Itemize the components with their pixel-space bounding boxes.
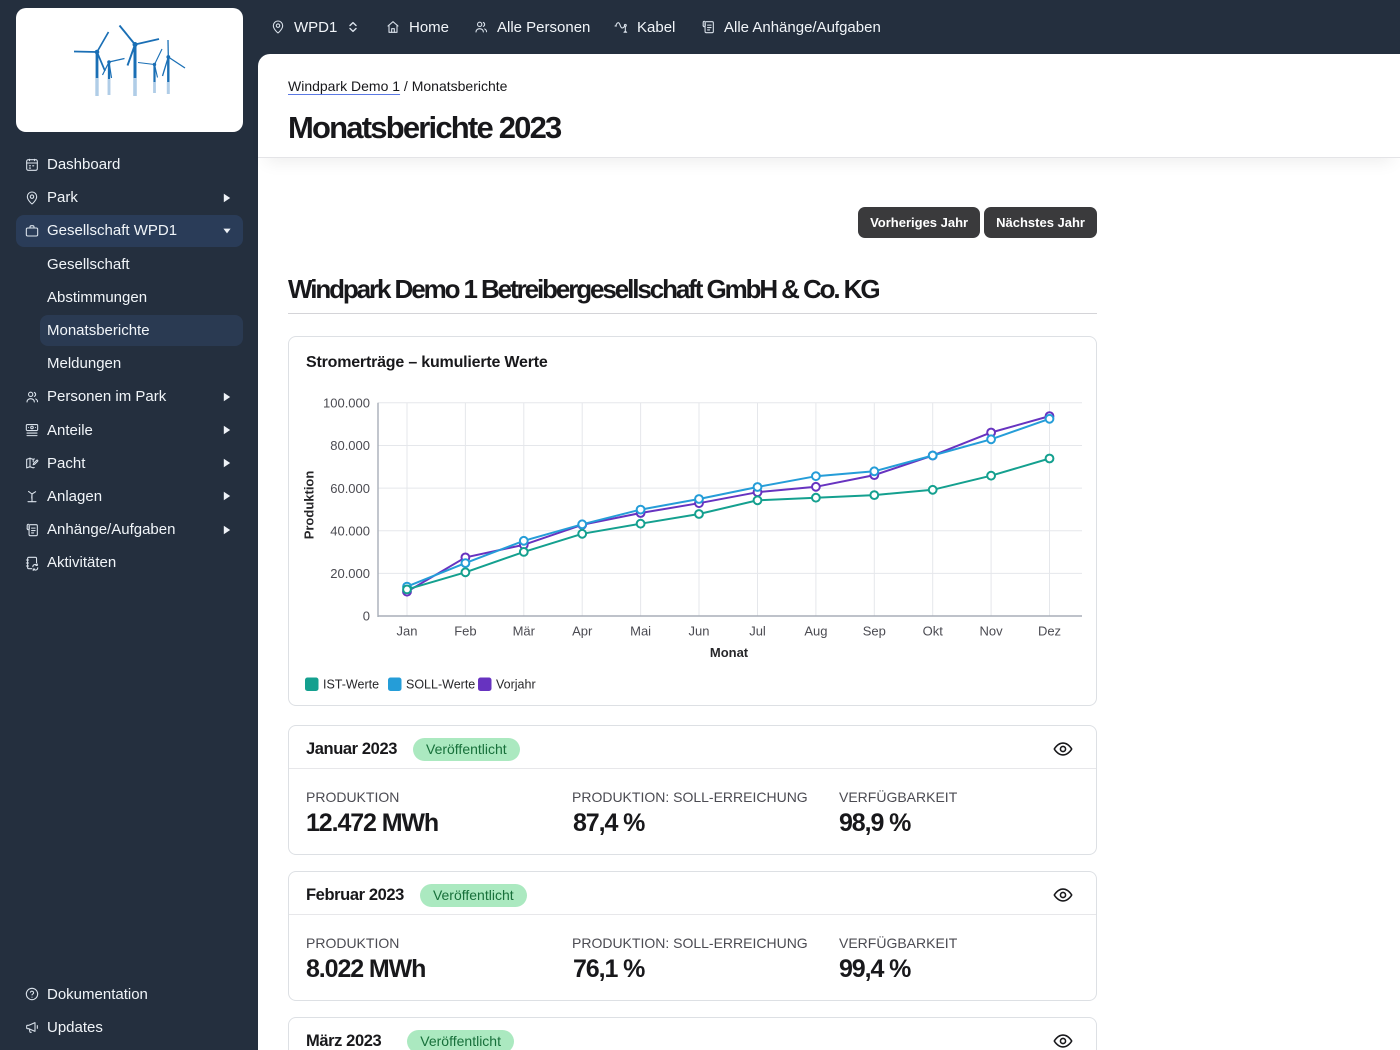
svg-text:SOLL-Werte: SOLL-Werte — [406, 678, 475, 692]
svg-text:Jul: Jul — [749, 624, 766, 639]
svg-text:Mär: Mär — [513, 624, 536, 639]
svg-text:Apr: Apr — [572, 624, 593, 639]
svg-text:Dez: Dez — [1038, 624, 1061, 639]
svg-text:Vorjahr: Vorjahr — [496, 678, 536, 692]
svg-text:Sep: Sep — [863, 624, 886, 639]
svg-text:Nov: Nov — [980, 624, 1004, 639]
svg-text:Feb: Feb — [454, 624, 476, 639]
svg-text:IST-Werte: IST-Werte — [323, 678, 379, 692]
svg-text:40.000: 40.000 — [330, 523, 370, 538]
svg-text:0: 0 — [363, 609, 370, 624]
svg-text:Produktion: Produktion — [302, 471, 317, 540]
svg-text:Mai: Mai — [630, 624, 651, 639]
svg-text:Monat: Monat — [710, 645, 749, 660]
svg-text:80.000: 80.000 — [330, 438, 370, 453]
svg-text:20.000: 20.000 — [330, 566, 370, 581]
svg-text:Jan: Jan — [397, 624, 418, 639]
svg-text:Jun: Jun — [689, 624, 710, 639]
svg-text:Aug: Aug — [804, 624, 827, 639]
svg-text:60.000: 60.000 — [330, 481, 370, 496]
svg-text:Okt: Okt — [923, 624, 944, 639]
svg-text:100.000: 100.000 — [323, 396, 370, 411]
